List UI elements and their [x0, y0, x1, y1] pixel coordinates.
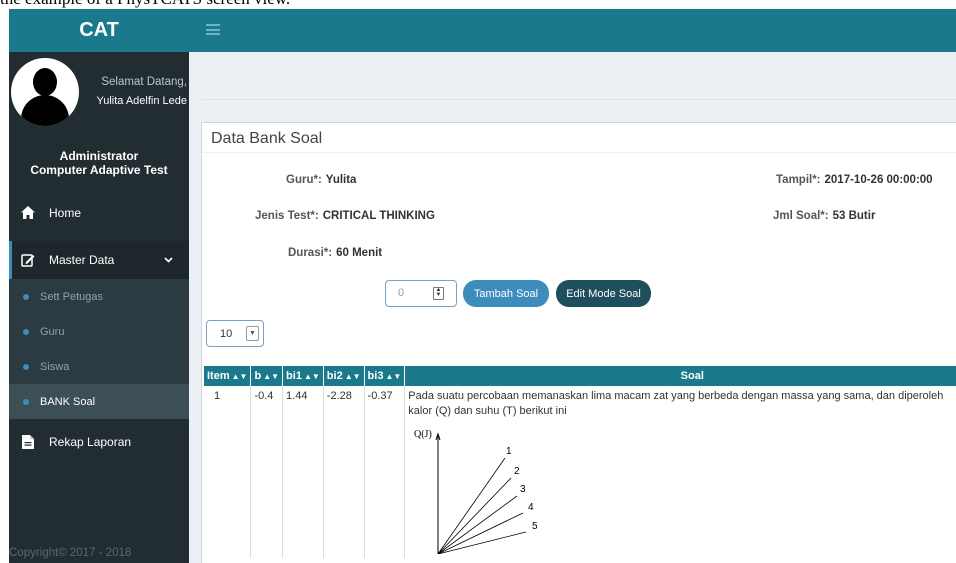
edit-mode-soal-button[interactable]: Edit Mode Soal [556, 280, 651, 307]
avatar [11, 58, 79, 126]
figure-line-label: 5 [532, 521, 538, 532]
circle-icon [23, 328, 29, 335]
soal-count-stepper[interactable]: 0 ▲ ▼ [385, 280, 457, 307]
durasi-label: Durasi*: [288, 247, 333, 259]
main-content: Data Bank Soal Guru*: Yulita Tampil*: 2017… [189, 52, 956, 563]
guru-field: Guru*: Yulita [286, 174, 356, 186]
circle-icon [23, 293, 29, 300]
page-size-select[interactable]: 10 ▼ [206, 320, 264, 347]
guru-value: Yulita [325, 174, 357, 186]
cell-bi3: -0.37 [364, 386, 406, 558]
sort-icon: ▲▼ [263, 372, 280, 381]
cell-bi2: -2.28 [323, 386, 365, 558]
circle-icon [23, 363, 29, 370]
caption-strip: the example of a PhysTCATS screen view. [0, 0, 956, 9]
sidebar-item-guru[interactable]: Guru [9, 314, 189, 349]
sidebar-item-sett-petugas[interactable]: Sett Petugas [9, 279, 189, 314]
sidebar: CAT Selamat Datang, Yulita Adelfin Lede … [9, 9, 189, 563]
sort-icon: ▲▼ [344, 372, 361, 381]
sidebar-item-label: Sett Petugas [40, 290, 103, 303]
jenis-test-label: Jenis Test*: [255, 210, 319, 222]
soal-table: Item ▲▼ b ▲▼ bi1 ▲▼ bi2 ▲▼ bi3 ▲▼ Soal 1 -0.4… [204, 366, 956, 558]
sort-icon: ▲▼ [303, 372, 320, 381]
brand-logo[interactable]: CAT [9, 9, 189, 52]
column-header-soal[interactable]: Soal [404, 366, 956, 386]
durasi-field: Durasi*: 60 Menit [288, 247, 382, 259]
column-header-bi2[interactable]: bi2 ▲▼ [323, 366, 365, 386]
question-line-1: Pada suatu percobaan memanaskan lima mac… [408, 390, 944, 402]
sidebar-item-label: Siswa [40, 360, 70, 373]
submenu-master-data: Sett Petugas Guru Siswa BANK Soal [9, 279, 189, 419]
sort-icon: ▲▼ [385, 372, 402, 381]
figure-line-label: 3 [520, 484, 526, 495]
sidebar-item-bank-soal[interactable]: BANK Soal [9, 384, 189, 419]
jml-soal-field: Jml Soal*: 53 Butir [773, 210, 875, 222]
data-bank-soal-panel: Data Bank Soal Guru*: Yulita Tampil*: 2017… [201, 122, 956, 563]
tampil-field: Tampil*: 2017-10-26 00:00:00 [776, 174, 933, 186]
sidebar-item-siswa[interactable]: Siswa [9, 349, 189, 384]
jml-soal-label: Jml Soal*: [773, 210, 829, 222]
chevron-down-icon: ▼ [246, 326, 259, 341]
figure-y-label: Q(J) [414, 429, 432, 440]
cell-soal: Pada suatu percobaan memanaskan lima mac… [405, 386, 956, 558]
top-navbar [189, 9, 956, 52]
figure-line-label: 4 [528, 502, 534, 513]
figure-line-label: 1 [506, 446, 512, 457]
cell-bi1: 1.44 [282, 386, 324, 558]
tambah-soal-button[interactable]: Tambah Soal [463, 280, 549, 307]
guru-label: Guru*: [286, 174, 322, 186]
durasi-value: 60 Menit [336, 247, 383, 259]
sort-icon: ▲▼ [231, 372, 248, 381]
cell-item: 1 [204, 386, 252, 558]
sidebar-item-label: Rekap Laporan [49, 434, 132, 449]
column-header-item[interactable]: Item ▲▼ [204, 366, 252, 386]
user-name: Yulita Adelfin Lede [96, 95, 187, 107]
circle-icon [23, 398, 29, 405]
figure-line-label: 2 [514, 466, 520, 477]
copyright-text: Copyright© 2017 - 2018 [9, 547, 132, 559]
column-header-b[interactable]: b ▲▼ [250, 366, 284, 386]
spinner-arrows-icon[interactable]: ▲ ▼ [433, 287, 444, 300]
sidebar-item-label: Guru [40, 325, 65, 338]
sidebar-item-home[interactable]: Home [9, 194, 189, 231]
greeting-text: Selamat Datang, [101, 76, 187, 88]
sidebar-item-label: Master Data [49, 253, 115, 267]
hamburger-menu-icon[interactable] [206, 24, 220, 35]
role-line-1: Administrator [59, 149, 139, 163]
jenis-test-value: CRITICAL THINKING [322, 210, 435, 222]
user-info: Selamat Datang, Yulita Adelfin Lede [83, 73, 187, 111]
content-header [201, 52, 956, 100]
user-panel: Selamat Datang, Yulita Adelfin Lede [9, 52, 189, 132]
stepper-value: 0 [398, 287, 405, 299]
tampil-label: Tampil*: [776, 174, 821, 186]
tampil-value: 2017-10-26 00:00:00 [824, 174, 933, 186]
role-label: Administrator Computer Adaptive Test [9, 132, 189, 194]
panel-title: Data Bank Soal [202, 123, 956, 153]
jml-soal-value: 53 Butir [832, 210, 876, 222]
question-figure: Q(J) 1 2 3 4 5 [414, 429, 538, 554]
chevron-down-icon [164, 255, 173, 266]
sidebar-item-label: Home [49, 205, 82, 220]
edit-icon [21, 253, 35, 267]
file-icon [21, 434, 35, 449]
table-row: 1 -0.4 1.44 -2.28 -0.37 Pada suatu perco… [204, 386, 956, 558]
cell-b: -0.4 [250, 386, 284, 558]
column-header-bi1[interactable]: bi1 ▲▼ [282, 366, 324, 386]
jenis-test-field: Jenis Test*: CRITICAL THINKING [255, 210, 435, 222]
table-header-row: Item ▲▼ b ▲▼ bi1 ▲▼ bi2 ▲▼ bi3 ▲▼ Soal [204, 366, 956, 386]
sidebar-item-rekap-laporan[interactable]: Rekap Laporan [9, 423, 189, 460]
page-size-value: 10 [220, 328, 233, 340]
column-header-bi3[interactable]: bi3 ▲▼ [364, 366, 406, 386]
home-icon [21, 205, 35, 220]
sidebar-item-master-data[interactable]: Master Data [9, 241, 189, 279]
sidebar-item-label: BANK Soal [40, 395, 96, 408]
caption-text: the example of a PhysTCATS screen view. [0, 0, 290, 9]
role-line-2: Computer Adaptive Test [30, 163, 168, 177]
question-line-2: kalor (Q) dan suhu (T) berikut ini [408, 405, 567, 417]
